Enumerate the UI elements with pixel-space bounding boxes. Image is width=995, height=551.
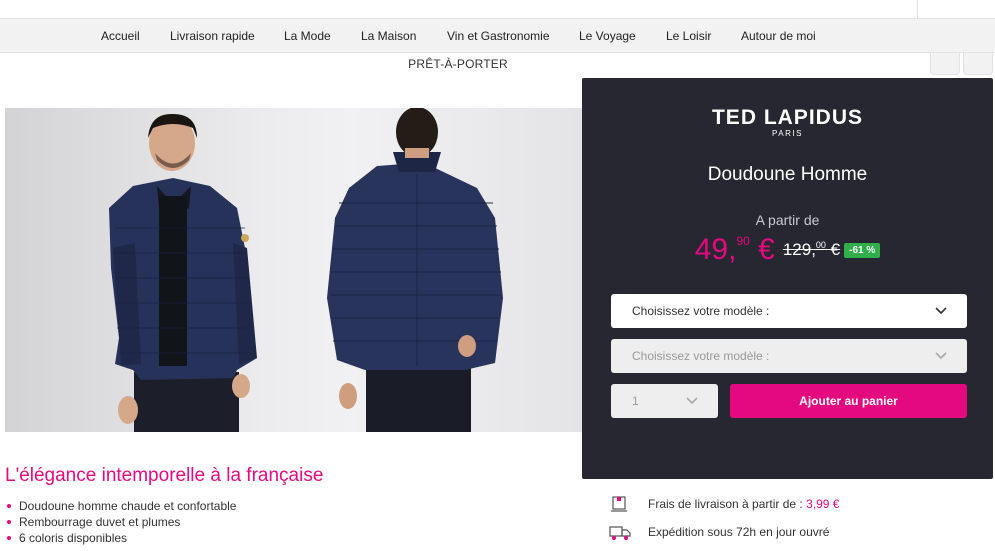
quantity-select[interactable]: 1 xyxy=(611,384,718,418)
top-strip-divider xyxy=(917,0,918,19)
discount-badge: -61 % xyxy=(844,242,881,258)
chevron-down-icon xyxy=(686,397,698,405)
nav-item-livraison-rapide[interactable]: Livraison rapide xyxy=(170,19,255,53)
delivery-fee-price: 3,99 € xyxy=(806,497,840,511)
breadcrumb[interactable]: PRÊT-À-PORTER xyxy=(380,57,536,71)
feature-item: 6 coloris disponibles xyxy=(5,530,236,546)
price-row: 49,90 €129,00 € -61 % xyxy=(582,233,993,267)
nav-item-vin-gastronomie[interactable]: Vin et Gastronomie xyxy=(447,19,550,53)
truck-icon xyxy=(609,526,631,540)
product-photo-illustration xyxy=(109,108,503,432)
brand-city: PARIS xyxy=(772,129,803,138)
nav-scroll-button-left[interactable] xyxy=(930,53,960,75)
current-price-currency: € xyxy=(758,233,775,266)
nav-item-accueil[interactable]: Accueil xyxy=(101,19,140,53)
top-strip xyxy=(0,0,995,19)
nav-scroll-button-right[interactable] xyxy=(963,53,993,75)
chevron-down-icon xyxy=(935,352,947,360)
feature-item: Rembourrage duvet et plumes xyxy=(5,514,236,530)
model-select-1-value: Choisissez votre modèle : xyxy=(632,304,770,318)
nav-item-la-mode[interactable]: La Mode xyxy=(284,19,331,53)
current-price-int: 49, xyxy=(694,233,737,266)
delivery-fee-text: Frais de livraison à partir de : 3,99 € xyxy=(648,497,839,511)
model-front-figure xyxy=(109,113,257,432)
main-navigation: Accueil Livraison rapide La Mode La Mais… xyxy=(0,19,995,75)
dispatch-text: Expédition sous 72h en jour ouvré xyxy=(648,525,830,539)
old-price-cents: 00 xyxy=(815,240,826,250)
nav-item-le-loisir[interactable]: Le Loisir xyxy=(666,19,711,53)
model-select-2[interactable]: Choisissez votre modèle : xyxy=(611,339,967,373)
purchase-panel: TED LAPIDUS PARIS Doudoune Homme A parti… xyxy=(582,78,993,479)
brand-name: TED LAPIDUS xyxy=(711,106,863,129)
model-back-figure xyxy=(327,108,503,432)
parcel-icon xyxy=(611,496,627,512)
old-price-int: 129, xyxy=(782,240,816,259)
product-title: Doudoune Homme xyxy=(707,164,868,185)
chevron-down-icon xyxy=(935,307,947,315)
feature-list: Doudoune homme chaude et confortable Rem… xyxy=(5,498,236,546)
current-price-cents: 90 xyxy=(736,234,750,248)
brand-logo: TED LAPIDUS PARIS xyxy=(582,106,993,138)
price-from-label: A partir de xyxy=(755,212,820,228)
nav-item-autour-de-moi[interactable]: Autour de moi xyxy=(741,19,816,53)
delivery-fee-label: Frais de livraison à partir de : xyxy=(648,497,803,511)
model-select-2-value: Choisissez votre modèle : xyxy=(632,349,770,363)
nav-item-le-voyage[interactable]: Le Voyage xyxy=(579,19,636,53)
old-price-currency: € xyxy=(830,240,841,259)
add-to-cart-button[interactable]: Ajouter au panier xyxy=(730,384,967,418)
nav-item-la-maison[interactable]: La Maison xyxy=(361,19,416,53)
model-select-1[interactable]: Choisissez votre modèle : xyxy=(611,294,967,328)
quantity-value: 1 xyxy=(632,394,639,408)
current-price: 49,90 € xyxy=(695,233,775,267)
feature-item: Doudoune homme chaude et confortable xyxy=(5,498,236,514)
product-photo[interactable] xyxy=(5,108,583,432)
product-headline: L'élégance intemporelle à la française xyxy=(5,465,324,486)
old-price: 129,00 € xyxy=(783,240,840,260)
